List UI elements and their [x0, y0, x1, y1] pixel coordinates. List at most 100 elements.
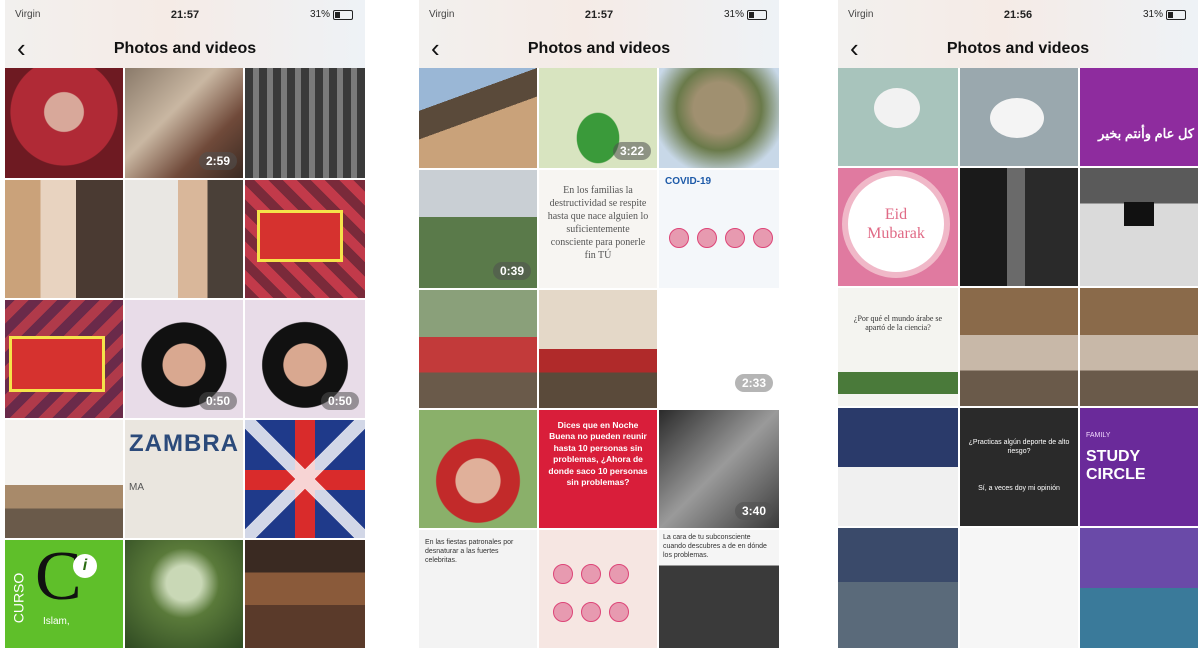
sign-graphic	[9, 336, 105, 392]
grid-item-video[interactable]: 0:50	[125, 300, 243, 418]
eid-badge: Eid Mubarak	[848, 176, 944, 272]
video-duration: 2:33	[734, 374, 773, 392]
grid-item-video[interactable]: 2:33	[659, 290, 779, 408]
video-duration: 0:50	[198, 392, 237, 410]
circle-icon	[553, 564, 573, 584]
battery-indicator: 31%	[724, 9, 767, 20]
grid-item-photo[interactable]	[960, 168, 1078, 286]
grid-item-photo[interactable]: كل عام وأنتم بخير	[1080, 68, 1198, 166]
page-title: Photos and videos	[946, 40, 1090, 57]
grid-item-photo[interactable]: FAMILY STUDY CIRCLE	[1080, 408, 1198, 526]
grid-item-photo[interactable]	[539, 290, 657, 408]
meme-text: Dices que en Noche Buena no pueden reuni…	[548, 420, 648, 488]
zambra-subtitle: MA	[129, 482, 144, 493]
grid-item-photo[interactable]	[1080, 168, 1198, 286]
grid-item-photo[interactable]	[245, 180, 365, 298]
battery-indicator: 31%	[310, 9, 353, 20]
grid-item-photo[interactable]: COVID-19	[659, 170, 779, 288]
crescent-icon: C	[35, 540, 82, 615]
answer-text: Sí, a veces doy mi opinión	[978, 485, 1060, 492]
battery-indicator: 31%	[1143, 9, 1186, 20]
meme-caption: En las fiestas patronales por desnaturar…	[425, 539, 514, 565]
grid-item-photo[interactable]: ¿Practicas algún deporte de alto riesgo?…	[960, 408, 1078, 526]
grid-item-photo[interactable]	[539, 530, 657, 648]
phone-screen-1: Virgin 21:57 31% ‹ Photos and videos 2:5…	[5, 0, 365, 648]
meme-caption: La cara de tu subconsciente cuando descu…	[663, 534, 767, 559]
grid-item-photo[interactable]	[245, 540, 365, 648]
video-duration: 2:59	[198, 152, 237, 170]
grid-item-photo[interactable]	[419, 410, 537, 528]
grid-item-photo[interactable]	[1080, 528, 1198, 648]
grid-item-photo[interactable]	[960, 288, 1078, 406]
grid-item-photo[interactable]	[838, 528, 958, 648]
grid-item-video[interactable]: 3:40	[659, 410, 779, 528]
grid-item-photo[interactable]	[5, 180, 123, 298]
circle-icon	[581, 564, 601, 584]
page-title: Photos and videos	[113, 40, 257, 57]
grid-item-photo[interactable]	[245, 420, 365, 538]
question-text: ¿Practicas algún deporte de alto riesgo?	[968, 439, 1070, 456]
zambra-title: ZAMBRA	[129, 430, 239, 457]
battery-percent: 31%	[1142, 9, 1163, 20]
grid-item-video[interactable]: 3:22	[539, 68, 657, 168]
battery-percent: 31%	[723, 9, 744, 20]
avatar	[725, 228, 745, 248]
grid-item-photo[interactable]: En las fiestas patronales por desnaturar…	[419, 530, 537, 648]
battery-percent: 31%	[309, 9, 330, 20]
grid-item-video[interactable]: 0:50	[245, 300, 365, 418]
icon-row	[553, 602, 629, 622]
nav-bar: ‹ Photos and videos	[5, 30, 365, 68]
grid-item-photo[interactable]	[419, 290, 537, 408]
avatar	[753, 228, 773, 248]
science-text: ¿Por qué el mundo árabe se apartó de la …	[853, 314, 943, 332]
sheep-graphic	[874, 88, 920, 128]
battery-icon	[747, 9, 767, 20]
arabic-greeting: كل عام وأنتم بخير	[1098, 126, 1194, 141]
avatar	[669, 228, 689, 248]
grid-item-video[interactable]: 2:59	[125, 68, 243, 178]
study-circle-top: FAMILY	[1086, 432, 1111, 439]
sign-graphic	[257, 210, 343, 262]
grid-item-photo[interactable]: La cara de tu subconsciente cuando descu…	[659, 530, 779, 648]
grid-item-video[interactable]: 0:39	[419, 170, 537, 288]
grid-item-photo[interactable]: ZAMBRA MA	[125, 420, 243, 538]
grid-item-photo[interactable]: Eid Mubarak	[838, 168, 958, 286]
avatar	[697, 228, 717, 248]
nav-bar: ‹ Photos and videos	[838, 30, 1198, 68]
grid-item-photo[interactable]	[5, 68, 123, 178]
grid-item-photo[interactable]	[838, 408, 958, 526]
page-title: Photos and videos	[527, 40, 671, 57]
grid-item-photo[interactable]: C i CURSO Islam,	[5, 540, 123, 648]
flag-diagonal	[245, 420, 365, 538]
grid-item-photo[interactable]	[245, 68, 365, 178]
grid-item-photo[interactable]	[125, 540, 243, 648]
grid-item-photo[interactable]	[5, 300, 123, 418]
study-circle-title: STUDY CIRCLE	[1086, 448, 1146, 483]
grid-item-photo[interactable]	[1080, 288, 1198, 406]
icon-row	[553, 564, 629, 584]
media-grid: 3:22 0:39 En los familias la destructivi…	[419, 68, 779, 648]
grid-item-photo[interactable]: Dices que en Noche Buena no pueden reuni…	[539, 410, 657, 528]
speaker-avatars	[669, 228, 773, 248]
status-bar: Virgin 21:56 31%	[838, 0, 1198, 30]
info-icon: i	[73, 554, 97, 578]
science-banner	[838, 372, 958, 394]
eid-line-1: Eid	[884, 205, 908, 223]
phone-screen-3: Virgin 21:56 31% ‹ Photos and videos كل …	[838, 0, 1198, 648]
grid-item-photo[interactable]	[5, 420, 123, 538]
circle-icon	[553, 602, 573, 622]
kaaba-graphic	[1124, 202, 1154, 226]
video-duration: 0:39	[492, 262, 531, 280]
grid-item-photo[interactable]	[419, 68, 537, 168]
grid-item-photo[interactable]: En los familias la destructividad se res…	[539, 170, 657, 288]
grid-item-photo[interactable]	[125, 180, 243, 298]
sheep-graphic	[990, 98, 1044, 138]
grid-item-photo[interactable]	[960, 528, 1078, 648]
grid-item-photo[interactable]	[838, 68, 958, 166]
video-duration: 3:40	[734, 502, 773, 520]
grid-item-photo[interactable]	[659, 68, 779, 168]
covid-title: COVID-19	[665, 176, 712, 187]
grid-item-photo[interactable]	[960, 68, 1078, 166]
status-bar: Virgin 21:57 31%	[5, 0, 365, 30]
grid-item-photo[interactable]: ¿Por qué el mundo árabe se apartó de la …	[838, 288, 958, 406]
